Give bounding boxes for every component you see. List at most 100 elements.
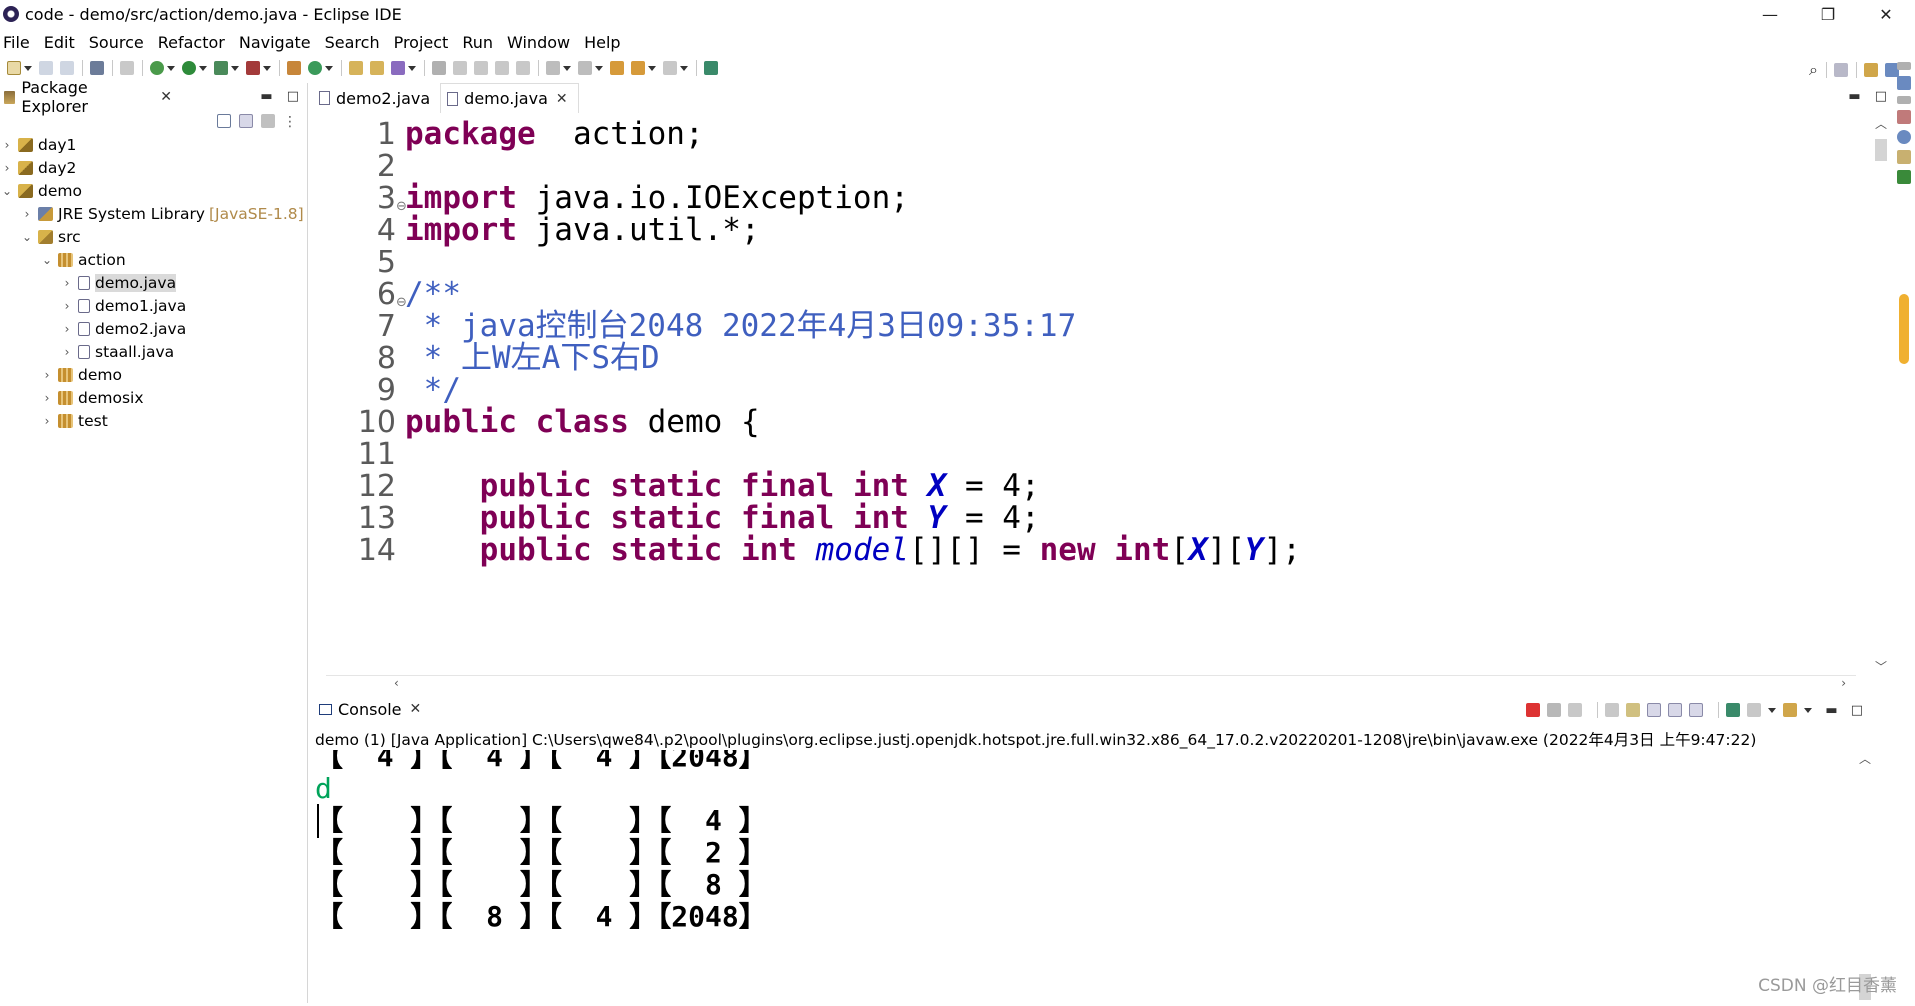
tips-icon[interactable] xyxy=(1899,294,1909,364)
new-icon[interactable] xyxy=(7,61,21,75)
console-vertical-scrollbar[interactable]: ︿ xyxy=(1855,750,1875,1000)
tree-item[interactable]: › demosix xyxy=(0,386,305,409)
open-console-icon[interactable] xyxy=(1783,703,1798,717)
block-select-icon[interactable] xyxy=(495,61,509,75)
coverage-icon[interactable] xyxy=(214,61,228,75)
tree-item[interactable]: › demo xyxy=(0,363,305,386)
problems-icon[interactable] xyxy=(1897,110,1911,124)
external-tools-icon[interactable] xyxy=(246,61,260,75)
new-class-dropdown-icon[interactable] xyxy=(325,65,333,71)
chevron-down-icon[interactable]: ⌄ xyxy=(40,253,54,267)
save-all-icon[interactable] xyxy=(60,61,74,75)
minimize-editor-icon[interactable]: ▬ xyxy=(1848,89,1860,104)
search-icon[interactable]: ⌕ xyxy=(1809,60,1818,80)
menu-file[interactable]: File xyxy=(3,33,30,52)
open-perspective-icon[interactable] xyxy=(1834,63,1848,77)
package-explorer-tab[interactable]: Package Explorer ✕ xyxy=(0,78,172,116)
display-console-dropdown-icon[interactable] xyxy=(1768,707,1777,713)
display-console-icon[interactable] xyxy=(1747,703,1762,717)
coverage-dropdown-icon[interactable] xyxy=(231,65,239,71)
previous-annotation-icon[interactable] xyxy=(578,61,592,75)
restore-icon[interactable] xyxy=(1897,96,1911,104)
word-wrap-icon[interactable] xyxy=(474,61,488,75)
chevron-right-icon[interactable]: › xyxy=(20,207,34,221)
tree-item[interactable]: › demo1.java xyxy=(0,294,305,317)
last-edit-icon[interactable] xyxy=(610,61,624,75)
remove-all-launches-icon[interactable] xyxy=(1568,703,1583,717)
tree-item[interactable]: › test xyxy=(0,409,305,432)
menu-run[interactable]: Run xyxy=(462,33,493,52)
editor-scroll-thumb[interactable] xyxy=(1875,139,1887,161)
menu-edit[interactable]: Edit xyxy=(44,33,75,52)
code-editor[interactable]: 1 package action; 2 3 ⊖ import java.io.IOExce… xyxy=(326,115,1856,675)
editor-horizontal-scrollbar[interactable]: ‹ › xyxy=(326,675,1856,691)
debug-perspective-icon[interactable] xyxy=(1864,63,1878,77)
terminal-icon[interactable] xyxy=(90,61,104,75)
view-menu-icon[interactable]: ⋮ xyxy=(283,114,297,130)
tree-item[interactable]: ⌄ demo xyxy=(0,179,305,202)
previous-annotation-dropdown-icon[interactable] xyxy=(595,65,603,71)
back-icon[interactable] xyxy=(631,61,645,75)
toggle-mark-icon[interactable] xyxy=(432,61,446,75)
javadoc-icon[interactable] xyxy=(1897,130,1911,144)
chevron-right-icon[interactable]: › xyxy=(60,276,74,290)
minimize-console-icon[interactable]: ▬ xyxy=(1825,703,1837,718)
menu-navigate[interactable]: Navigate xyxy=(239,33,311,52)
restore-button[interactable]: ❐ xyxy=(1799,0,1857,28)
tree-item[interactable]: › staall.java xyxy=(0,340,305,363)
editor-tab[interactable]: demo.java ✕ xyxy=(440,83,579,113)
minimize-button[interactable]: — xyxy=(1741,0,1799,28)
chevron-right-icon[interactable]: › xyxy=(60,322,74,336)
tree-item[interactable]: › day2 xyxy=(0,156,305,179)
tree-item[interactable]: › day1 xyxy=(0,133,305,156)
open-type-icon[interactable] xyxy=(349,61,363,75)
maximize-console-icon[interactable]: □ xyxy=(1851,703,1863,718)
tree-item[interactable]: › demo.java xyxy=(0,271,305,294)
chevron-right-icon[interactable]: › xyxy=(40,414,54,428)
close-icon[interactable]: ✕ xyxy=(556,91,568,107)
outline-icon[interactable] xyxy=(1897,76,1911,90)
scroll-down-icon[interactable]: ﹀ xyxy=(1875,658,1887,675)
chevron-right-icon[interactable]: › xyxy=(0,138,14,152)
menu-window[interactable]: Window xyxy=(507,33,570,52)
menu-refactor[interactable]: Refactor xyxy=(158,33,225,52)
new-java-project-icon[interactable] xyxy=(287,61,301,75)
annotation-icon[interactable] xyxy=(453,61,467,75)
run-icon[interactable] xyxy=(182,61,196,75)
tree-item[interactable]: › demo2.java xyxy=(0,317,305,340)
minimize-view-icon[interactable]: ▬ xyxy=(260,89,272,104)
debug-icon[interactable] xyxy=(150,61,164,75)
forward-dropdown-icon[interactable] xyxy=(680,65,688,71)
next-annotation-dropdown-icon[interactable] xyxy=(563,65,571,71)
search-dropdown-icon[interactable] xyxy=(408,65,416,71)
clear-console-icon[interactable] xyxy=(1605,703,1620,717)
scroll-lock-icon[interactable] xyxy=(1626,703,1641,717)
external-tools-dropdown-icon[interactable] xyxy=(263,65,271,71)
new-dropdown-icon[interactable] xyxy=(24,65,32,71)
pin-console-icon[interactable] xyxy=(1726,703,1741,717)
open-task-icon[interactable] xyxy=(370,61,384,75)
open-console-dropdown-icon[interactable] xyxy=(1804,707,1813,713)
scroll-up-icon[interactable]: ︿ xyxy=(1859,750,1871,767)
terminate-icon[interactable] xyxy=(1526,703,1541,717)
chevron-right-icon[interactable]: › xyxy=(40,368,54,382)
filters-icon[interactable] xyxy=(261,114,275,128)
show-stdout-icon[interactable] xyxy=(1668,703,1683,717)
new-class-icon[interactable] xyxy=(308,61,322,75)
menu-search[interactable]: Search xyxy=(325,33,380,52)
console-output[interactable]: 【 4 】【 4 】【 4 】【2048】 d 【 】【 】【 】【 4 】【 】【… xyxy=(315,750,1865,1000)
menu-source[interactable]: Source xyxy=(89,33,144,52)
show-stderr-icon[interactable] xyxy=(1689,703,1704,717)
scroll-left-icon[interactable]: ‹ xyxy=(394,676,399,690)
chevron-down-icon[interactable]: ⌄ xyxy=(20,230,34,244)
menu-project[interactable]: Project xyxy=(394,33,449,52)
restore-icon[interactable] xyxy=(1897,62,1911,70)
close-icon[interactable]: ✕ xyxy=(160,89,172,105)
chevron-down-icon[interactable]: ⌄ xyxy=(0,184,14,198)
tree-item[interactable]: ⌄ src xyxy=(0,225,305,248)
chevron-right-icon[interactable]: › xyxy=(0,161,14,175)
tree-item[interactable]: › JRE System Library [JavaSE-1.8] xyxy=(0,202,305,225)
tree-item[interactable]: ⌄ action xyxy=(0,248,305,271)
word-wrap-console-icon[interactable] xyxy=(1647,703,1662,717)
close-icon[interactable]: ✕ xyxy=(410,701,422,717)
